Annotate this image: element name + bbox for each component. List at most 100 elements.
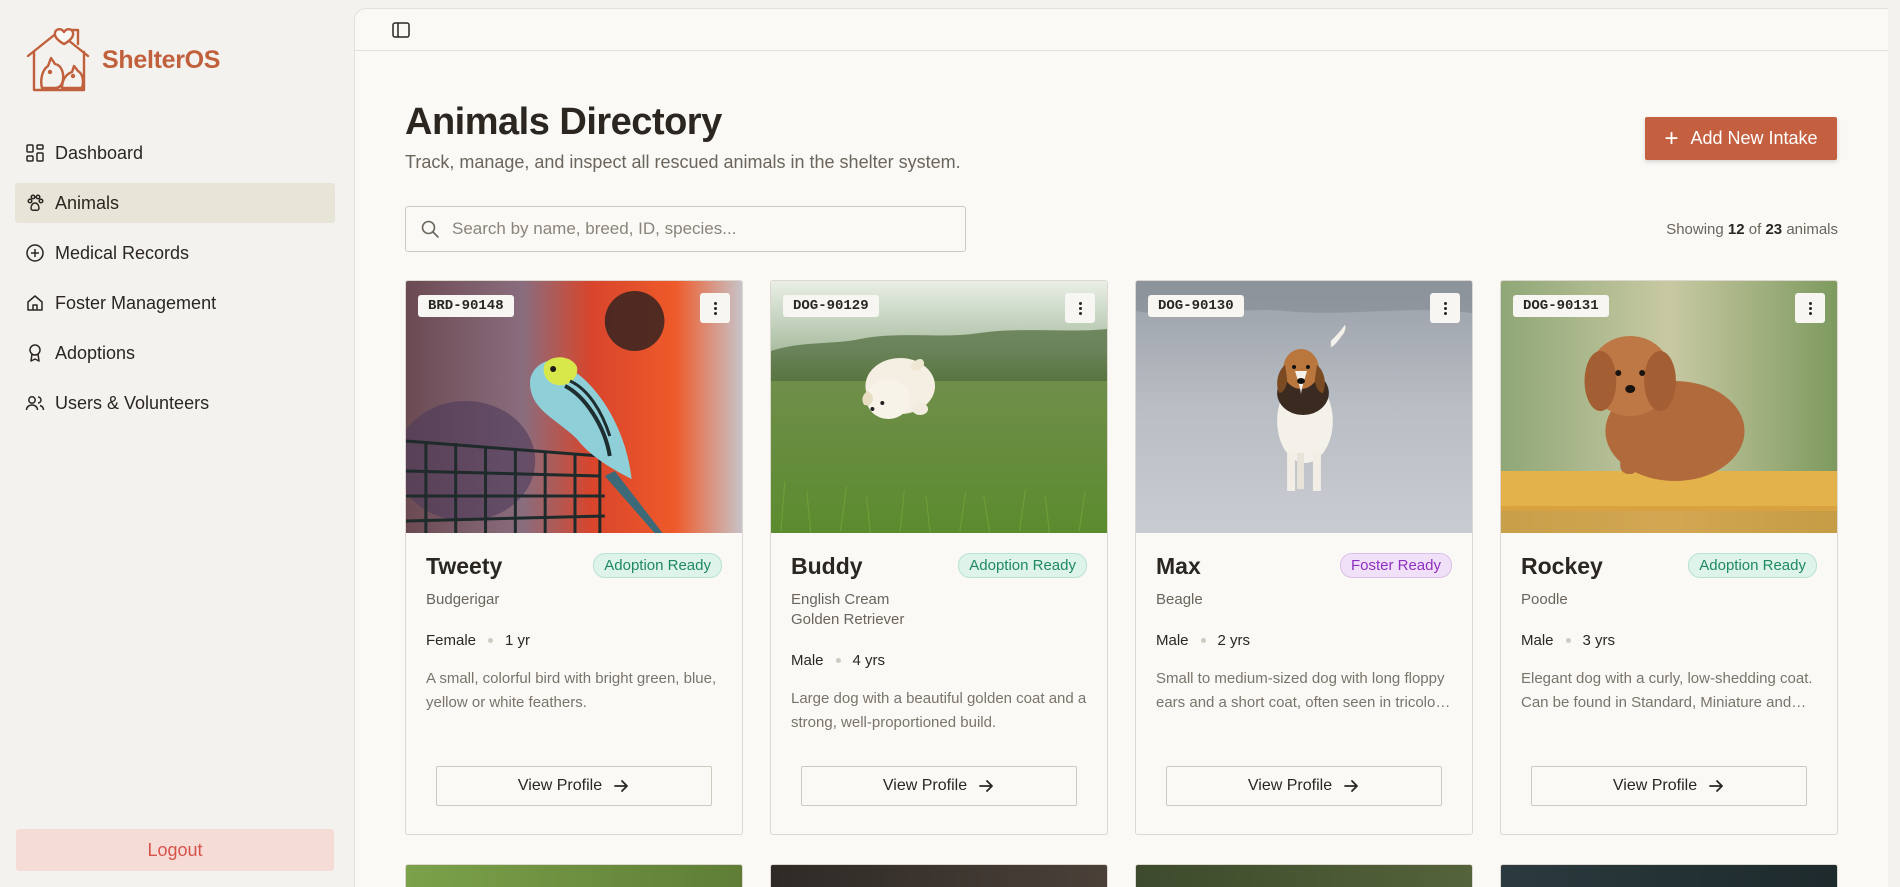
animal-age: 3 yrs [1582, 632, 1616, 649]
page-title: Animals Directory [405, 101, 722, 143]
animal-age: 1 yr [505, 632, 531, 649]
sidebar-item-label: Dashboard [55, 142, 144, 163]
arrow-right-icon [979, 780, 993, 792]
dashboard-icon [25, 143, 45, 163]
animal-sex: Female [426, 632, 477, 649]
animal-card: DOG-90130 Max Foster Ready Beagle Male 2… [1135, 280, 1473, 835]
animal-id-tag: DOG-90130 [1148, 295, 1244, 317]
home-icon [25, 293, 45, 313]
view-profile-label: View Profile [1247, 777, 1333, 794]
animal-photo[interactable]: DOG-90131 [1501, 281, 1837, 533]
card-body: Tweety Adoption Ready Budgerigar Female … [406, 533, 742, 715]
animal-card-peek[interactable] [405, 864, 743, 887]
users-icon [25, 393, 45, 413]
sidebar-item-label: Users & Volunteers [55, 392, 210, 413]
view-profile-button[interactable]: View Profile [801, 766, 1077, 806]
result-count-suffix: animals [1786, 221, 1838, 238]
animal-card-peek[interactable] [1500, 864, 1838, 887]
paw-icon [25, 193, 45, 213]
logout-button[interactable]: Logout [16, 829, 334, 871]
animal-card: DOG-90129 Buddy Adoption Ready English C… [770, 280, 1108, 835]
sidebar: ShelterOS Dashboard Animals Medical Reco… [0, 0, 353, 887]
card-menu-button[interactable] [1430, 293, 1460, 323]
sidebar-toggle-icon[interactable] [391, 20, 411, 40]
status-badge: Adoption Ready [958, 553, 1087, 578]
animal-age: 2 yrs [1217, 632, 1251, 649]
animal-description: Elegant dog with a curly, low-shedding c… [1521, 670, 1813, 711]
search-input[interactable] [452, 219, 932, 239]
animal-meta: Female 1 yr [426, 632, 722, 649]
view-profile-label: View Profile [882, 777, 968, 794]
arrow-right-icon [1709, 780, 1723, 792]
view-profile-label: View Profile [517, 777, 603, 794]
sidebar-item-adoptions[interactable]: Adoptions [15, 333, 335, 373]
card-body: Rockey Adoption Ready Poodle Male 3 yrs … [1501, 533, 1837, 715]
card-menu-button[interactable] [1795, 293, 1825, 323]
status-badge: Adoption Ready [1688, 553, 1817, 578]
animal-description: Large dog with a beautiful golden coat a… [791, 690, 1087, 731]
arrow-right-icon [614, 780, 628, 792]
search-box[interactable] [405, 206, 966, 252]
sidebar-item-label: Medical Records [55, 242, 190, 263]
award-icon [25, 343, 45, 363]
add-new-intake-button[interactable]: + Add New Intake [1645, 117, 1837, 160]
animal-meta: Male 2 yrs [1156, 632, 1452, 649]
view-profile-button[interactable]: View Profile [436, 766, 712, 806]
sidebar-item-dashboard[interactable]: Dashboard [15, 133, 335, 173]
sidebar-item-foster-management[interactable]: Foster Management [15, 283, 335, 323]
card-menu-button[interactable] [1065, 293, 1095, 323]
animal-breed: English Cream Golden Retriever [791, 591, 905, 628]
card-body: Max Foster Ready Beagle Male 2 yrs Small… [1136, 533, 1472, 715]
view-profile-button[interactable]: View Profile [1166, 766, 1442, 806]
status-badge: Foster Ready [1339, 553, 1452, 578]
animal-id-tag: DOG-90131 [1513, 295, 1609, 317]
shelter-logo-icon [26, 27, 90, 92]
animal-sex: Male [791, 652, 824, 669]
sidebar-item-animals[interactable]: Animals [15, 183, 335, 223]
plus-circle-icon [25, 243, 45, 263]
view-profile-label: View Profile [1612, 777, 1698, 794]
sidebar-nav: Dashboard Animals Medical Records Foster… [15, 133, 335, 433]
result-count-total: 23 [1765, 221, 1783, 238]
animal-card-peek[interactable] [770, 864, 1108, 887]
status-badge: Adoption Ready [593, 553, 722, 578]
separator-dot [835, 658, 841, 663]
card-menu-button[interactable] [700, 293, 730, 323]
result-count-of: of [1748, 221, 1762, 238]
sidebar-item-label: Foster Management [55, 292, 217, 313]
animal-description: A small, colorful bird with bright green… [426, 670, 717, 711]
animal-meta: Male 3 yrs [1521, 632, 1817, 649]
view-profile-button[interactable]: View Profile [1531, 766, 1807, 806]
animal-photo[interactable]: DOG-90130 [1136, 281, 1472, 533]
animal-card-peek[interactable] [1135, 864, 1473, 887]
animal-photo[interactable]: BRD-90148 [406, 281, 742, 533]
animal-age: 4 yrs [852, 652, 886, 669]
card-body: Buddy Adoption Ready English Cream Golde… [771, 533, 1107, 735]
separator-dot [1565, 638, 1571, 643]
animal-description: Small to medium-sized dog with long flop… [1156, 670, 1445, 711]
main-panel: Animals Directory Track, manage, and ins… [354, 8, 1888, 887]
animal-card: BRD-90148 Tweety Adoption Ready Budgerig… [405, 280, 743, 835]
animal-id-tag: BRD-90148 [418, 295, 514, 317]
app-name: ShelterOS [102, 45, 221, 74]
app-logo[interactable]: ShelterOS [24, 26, 220, 94]
animal-card: DOG-90131 Rockey Adoption Ready Poodle M… [1500, 280, 1838, 835]
animal-id-tag: DOG-90129 [783, 295, 879, 317]
animal-photo[interactable]: DOG-90129 [771, 281, 1107, 533]
plus-icon: + [1664, 124, 1679, 152]
sidebar-item-users-volunteers[interactable]: Users & Volunteers [15, 383, 335, 423]
result-count: Showing 12 of 23 animals [1666, 221, 1838, 238]
separator-dot [1200, 638, 1206, 643]
animal-breed: Poodle [1521, 591, 1568, 608]
animal-breed: Budgerigar [426, 591, 500, 608]
animal-sex: Male [1521, 632, 1554, 649]
sidebar-item-medical-records[interactable]: Medical Records [15, 233, 335, 273]
topbar [355, 9, 1888, 51]
result-count-prefix: Showing [1666, 221, 1724, 238]
separator-dot [488, 638, 494, 643]
sidebar-item-label: Animals [55, 192, 120, 213]
animal-breed: Beagle [1156, 591, 1203, 608]
animal-meta: Male 4 yrs [791, 652, 1087, 669]
animal-sex: Male [1156, 632, 1189, 649]
sidebar-item-label: Adoptions [55, 342, 136, 363]
